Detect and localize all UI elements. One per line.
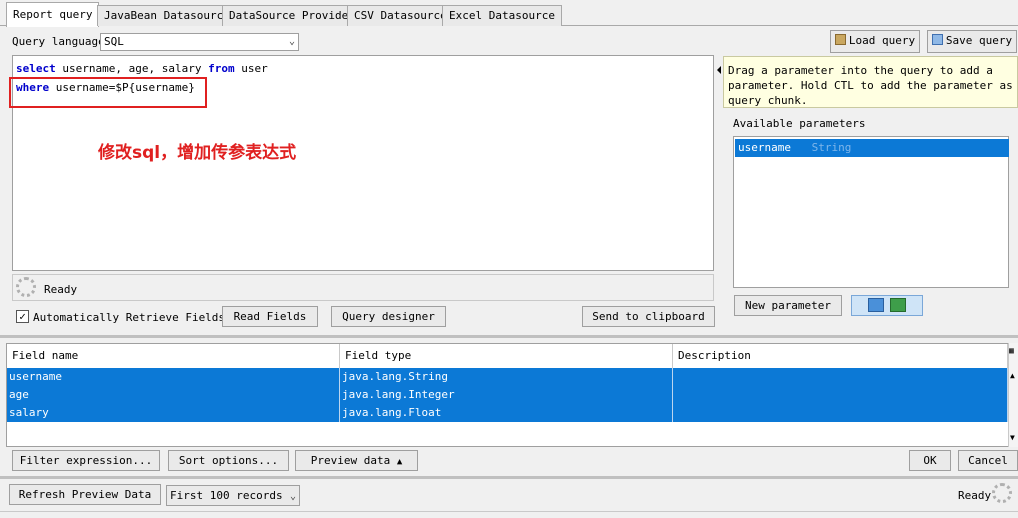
table-row[interactable]: age java.lang.Integer [7, 386, 1008, 404]
sql-line-1: select username, age, salary from user [16, 62, 268, 75]
save-query-icon [931, 34, 943, 45]
cell-description [673, 368, 1008, 386]
column-header-field-type[interactable]: Field type [340, 344, 673, 368]
auto-retrieve-checkbox[interactable]: ✓ [16, 310, 29, 323]
tab-datasource-provider[interactable]: DataSource Provider [222, 5, 362, 26]
send-to-clipboard-button[interactable]: Send to clipboard [582, 306, 715, 327]
query-designer-button[interactable]: Query designer [331, 306, 446, 327]
table-row[interactable]: salary java.lang.Float [7, 404, 1008, 422]
read-fields-button[interactable]: Read Fields [222, 306, 318, 327]
scroll-up-icon[interactable]: ▲ [1010, 371, 1015, 380]
column-header-field-name[interactable]: Field name [7, 344, 340, 368]
query-language-label: Query language [12, 35, 105, 48]
tab-csv-datasource[interactable]: CSV Datasource [347, 5, 454, 26]
scroll-down-icon[interactable]: ▼ [1010, 433, 1015, 442]
parameter-help: Drag a parameter into the query to add a… [723, 56, 1018, 108]
editor-status-text: Ready [44, 283, 78, 296]
parameter-list[interactable]: username String [733, 136, 1009, 288]
tab-excel-datasource[interactable]: Excel Datasource [442, 5, 562, 26]
cancel-button[interactable]: Cancel [958, 450, 1018, 471]
annotation-text: 修改sql，增加传参表达式 [98, 143, 297, 163]
table-row[interactable]: username java.lang.String [7, 368, 1008, 386]
available-parameters-title: Available parameters [733, 117, 866, 130]
column-chooser-icon[interactable]: ▦ [1009, 346, 1014, 355]
load-query-label: Load query [848, 34, 916, 47]
load-query-icon [834, 34, 846, 45]
preview-data-label: Preview data [310, 454, 391, 467]
spinner-icon [16, 277, 36, 297]
cell-field-name: salary [7, 404, 340, 422]
preview-data-button[interactable]: Preview data ▲ [295, 450, 418, 471]
tab-javabean-datasource[interactable]: JavaBean Datasource [97, 5, 237, 26]
spinner-icon [992, 483, 1012, 503]
cell-field-type: java.lang.String [340, 368, 673, 386]
filter-expression-button[interactable]: Filter expression... [12, 450, 160, 471]
parameter-item[interactable]: username String [735, 139, 1009, 157]
refresh-preview-data-button[interactable]: Refresh Preview Data [9, 484, 161, 505]
auto-retrieve-label: Automatically Retrieve Fields [33, 311, 226, 324]
cell-field-type: java.lang.Integer [340, 386, 673, 404]
editor-status-bar: Ready [12, 274, 714, 301]
save-query-label: Save query [945, 34, 1013, 47]
load-query-button[interactable]: Load query [830, 30, 920, 53]
cell-description [673, 404, 1008, 422]
records-limit-select[interactable]: First 100 records ⌄ [166, 485, 300, 506]
parameter-type: String [811, 141, 852, 154]
chevron-down-icon: ⌄ [288, 36, 295, 47]
import-parameter-icon[interactable] [890, 298, 906, 312]
save-query-button[interactable]: Save query [927, 30, 1017, 53]
chevron-down-icon: ⌄ [289, 491, 296, 502]
cell-field-name: username [7, 368, 340, 386]
sort-options-button[interactable]: Sort options... [168, 450, 289, 471]
ok-button[interactable]: OK [909, 450, 951, 471]
insert-parameter-icon[interactable] [868, 298, 884, 312]
query-language-select[interactable]: SQL ⌄ [100, 33, 299, 51]
query-language-value: SQL [104, 35, 124, 48]
tab-report-query[interactable]: Report query [6, 2, 100, 27]
fields-table: Field name Field type Description userna… [6, 343, 1010, 447]
parameter-name: username [738, 141, 791, 154]
triangle-up-icon: ▲ [396, 457, 403, 467]
cell-field-name: age [7, 386, 340, 404]
bottom-edge [0, 511, 1018, 518]
cell-field-type: java.lang.Float [340, 404, 673, 422]
column-header-description[interactable]: Description [673, 344, 1008, 368]
highlight-box [9, 77, 207, 108]
split-divider[interactable] [0, 335, 1018, 338]
cell-description [673, 386, 1008, 404]
new-parameter-button[interactable]: New parameter [734, 295, 842, 316]
preview-status-text: Ready [958, 489, 992, 502]
vertical-scrollbar[interactable]: ▦ ▲ ▼ [1008, 343, 1018, 447]
splitter-arrow-icon[interactable] [717, 66, 721, 74]
records-limit-value: First 100 records [170, 489, 283, 502]
parameter-tools [851, 295, 923, 316]
tab-bar: Report query JavaBean Datasource DataSou… [0, 0, 1018, 27]
preview-divider [0, 476, 1018, 479]
